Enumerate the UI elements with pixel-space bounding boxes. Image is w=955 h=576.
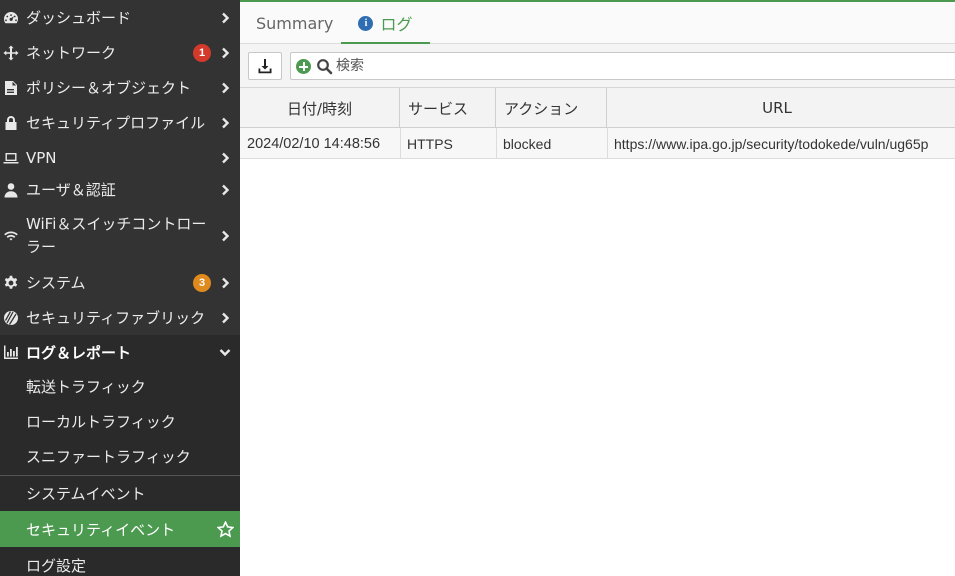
chevron-right-icon bbox=[218, 46, 232, 60]
user-icon bbox=[2, 181, 20, 199]
sidebar-subitem-label: スニファートラフィック bbox=[26, 447, 191, 466]
sidebar-item-system[interactable]: システム 3 bbox=[0, 265, 240, 300]
download-icon bbox=[258, 59, 272, 74]
chevron-right-icon bbox=[218, 151, 232, 165]
gear-icon bbox=[2, 274, 20, 292]
cell-datetime: 2024/02/10 14:48:56 bbox=[247, 135, 381, 152]
column-header-datetime[interactable]: 日付/時刻 bbox=[240, 88, 400, 128]
sidebar-subitem-label: セキュリティイベント bbox=[26, 520, 176, 539]
chevron-down-icon bbox=[218, 345, 232, 359]
sidebar-subitem-label: 転送トラフィック bbox=[26, 377, 146, 396]
sidebar-item-vpn[interactable]: VPN bbox=[0, 140, 240, 175]
wifi-icon bbox=[2, 227, 20, 245]
table-header: 日付/時刻 サービス アクション URL bbox=[240, 88, 955, 128]
column-divider bbox=[607, 128, 608, 159]
network-icon bbox=[2, 44, 20, 62]
sidebar-subitem-security-events[interactable]: セキュリティイベント bbox=[0, 511, 240, 547]
sidebar-item-label: VPN bbox=[26, 148, 57, 167]
laptop-icon bbox=[2, 149, 20, 167]
column-divider bbox=[496, 128, 497, 159]
cell-url: https://www.ipa.go.jp/security/todokede/… bbox=[614, 135, 929, 152]
sidebar-item-policy-objects[interactable]: ポリシー＆オブジェクト bbox=[0, 70, 240, 105]
sidebar-subitem-label: ログ設定 bbox=[26, 556, 87, 575]
chevron-right-icon bbox=[218, 11, 232, 25]
search-icon bbox=[316, 58, 333, 75]
add-filter-icon[interactable] bbox=[296, 59, 311, 74]
star-icon[interactable] bbox=[216, 519, 235, 538]
sidebar-subitem-system-events[interactable]: システムイベント bbox=[0, 476, 240, 510]
chevron-right-icon bbox=[218, 81, 232, 95]
search-box[interactable] bbox=[290, 52, 955, 80]
chevron-right-icon bbox=[218, 276, 232, 290]
sidebar: ダッシュボード ネットワーク 1 ポリシー＆オブジェクト セキュリティプロファイ… bbox=[0, 0, 240, 576]
sidebar-item-label: ダッシュボード bbox=[26, 9, 132, 27]
sidebar-item-label: セキュリティファブリック bbox=[26, 309, 206, 327]
sidebar-item-network[interactable]: ネットワーク 1 bbox=[0, 35, 240, 70]
dashboard-icon bbox=[2, 9, 20, 27]
chevron-right-icon bbox=[218, 311, 232, 325]
info-icon: i bbox=[358, 15, 374, 31]
sidebar-item-label: ログ＆レポート bbox=[26, 343, 132, 362]
tab-label: Summary bbox=[256, 13, 334, 33]
policy-icon bbox=[2, 79, 20, 97]
sidebar-subitem-log-settings[interactable]: ログ設定 bbox=[0, 548, 240, 576]
column-header-action[interactable]: アクション bbox=[496, 88, 607, 128]
chevron-right-icon bbox=[218, 116, 232, 130]
cell-service: HTTPS bbox=[407, 135, 453, 152]
chevron-right-icon bbox=[218, 229, 232, 243]
sidebar-subitem-label: ローカルトラフィック bbox=[26, 412, 176, 431]
sidebar-item-users-auth[interactable]: ユーザ＆認証 bbox=[0, 172, 240, 207]
toolbar bbox=[240, 44, 955, 88]
sidebar-subitem-label: システムイベント bbox=[26, 484, 146, 503]
chevron-right-icon bbox=[218, 183, 232, 197]
main-content: Summary i ログ 日付/時刻 サービス アクション URL 20 bbox=[240, 0, 955, 576]
sidebar-item-log-report[interactable]: ログ＆レポート bbox=[0, 335, 240, 369]
search-input[interactable] bbox=[336, 55, 936, 77]
tab-bar: Summary i ログ bbox=[240, 2, 955, 45]
chart-icon bbox=[2, 343, 20, 361]
sidebar-item-security-profiles[interactable]: セキュリティプロファイル bbox=[0, 105, 240, 140]
sidebar-item-wifi-switch[interactable]: WiFi＆スイッチコントローラー bbox=[0, 210, 240, 262]
sidebar-item-label: システム bbox=[26, 274, 86, 292]
sidebar-item-label: ユーザ＆認証 bbox=[26, 181, 116, 199]
sidebar-subitem-local-traffic[interactable]: ローカルトラフィック bbox=[0, 404, 240, 438]
tab-label: ログ bbox=[380, 15, 413, 34]
column-header-url[interactable]: URL bbox=[607, 88, 955, 128]
sidebar-item-label: ポリシー＆オブジェクト bbox=[26, 79, 192, 97]
column-header-service[interactable]: サービス bbox=[400, 88, 496, 128]
lock-icon bbox=[2, 114, 20, 132]
cell-action: blocked bbox=[503, 135, 552, 152]
sidebar-item-label: ネットワーク bbox=[26, 44, 117, 62]
download-button[interactable] bbox=[248, 52, 282, 80]
sidebar-item-label: WiFi＆スイッチコントローラー bbox=[26, 215, 207, 256]
sidebar-item-dashboard[interactable]: ダッシュボード bbox=[0, 0, 240, 35]
sidebar-subitem-forward-traffic[interactable]: 転送トラフィック bbox=[0, 369, 240, 403]
sidebar-item-security-fabric[interactable]: セキュリティファブリック bbox=[0, 300, 240, 335]
tab-summary[interactable]: Summary bbox=[256, 2, 333, 44]
tab-log[interactable]: i ログ bbox=[341, 2, 430, 45]
sidebar-item-label: セキュリティプロファイル bbox=[26, 114, 206, 132]
notification-badge: 1 bbox=[193, 44, 211, 62]
fabric-icon bbox=[2, 309, 20, 327]
table-row[interactable]: 2024/02/10 14:48:56 HTTPS blocked https:… bbox=[240, 128, 955, 159]
sidebar-subitem-sniffer-traffic[interactable]: スニファートラフィック bbox=[0, 439, 240, 473]
column-divider bbox=[400, 128, 401, 159]
notification-badge: 3 bbox=[193, 274, 211, 292]
